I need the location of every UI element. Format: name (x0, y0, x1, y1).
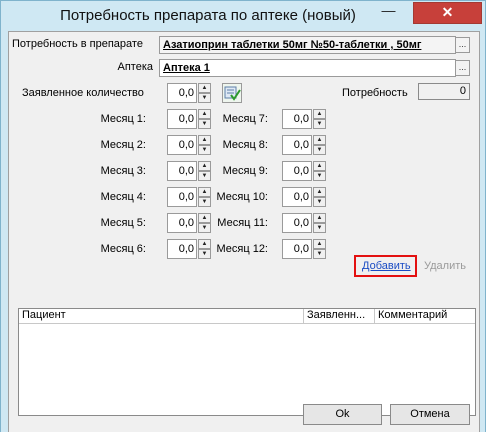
declared-quantity-label: Заявленное количество (22, 87, 144, 99)
ok-button[interactable]: Ok (303, 404, 382, 425)
title-bar: Потребность препарата по аптеке (новый) … (1, 1, 485, 31)
pharmacy-lookup-button[interactable]: ... (455, 60, 470, 76)
table-header: Пациент Заявленн... Комментарий (19, 309, 475, 324)
bottom-strip (0, 432, 486, 441)
dialog-window: Потребность препарата по аптеке (новый) … (0, 0, 486, 441)
need-field[interactable]: Азатиоприн таблетки 50мг №50-таблетки , … (159, 36, 456, 54)
delete-link[interactable]: Удалить (424, 260, 466, 272)
month-8-label: Месяц 8: (222, 139, 268, 151)
spin-down-icon[interactable]: ▼ (313, 197, 326, 207)
pharmacy-label: Аптека (117, 61, 154, 73)
spin-down-icon[interactable]: ▼ (313, 249, 326, 259)
spin-down-icon[interactable]: ▼ (198, 93, 211, 103)
month-3-label: Месяц 3: (100, 165, 146, 177)
month-9-stepper[interactable]: ▲ ▼ (313, 161, 326, 181)
add-link[interactable]: Добавить (362, 260, 411, 272)
spin-down-icon[interactable]: ▼ (313, 145, 326, 155)
month-9-label: Месяц 9: (222, 165, 268, 177)
spin-up-icon[interactable]: ▲ (313, 109, 326, 119)
close-button[interactable]: ✕ (413, 2, 482, 24)
month-10-stepper[interactable]: ▲ ▼ (313, 187, 326, 207)
month-9-input[interactable]: 0,0 (282, 161, 312, 181)
month-12-stepper[interactable]: ▲ ▼ (313, 239, 326, 259)
declared-quantity-stepper[interactable]: ▲ ▼ (198, 83, 211, 103)
spin-up-icon[interactable]: ▲ (313, 161, 326, 171)
month-10-input[interactable]: 0,0 (282, 187, 312, 207)
month-5-label: Месяц 5: (100, 217, 146, 229)
month-12-input[interactable]: 0,0 (282, 239, 312, 259)
spin-down-icon[interactable]: ▼ (313, 119, 326, 129)
need-total-label: Потребность (342, 87, 408, 99)
month-7-input[interactable]: 0,0 (282, 109, 312, 129)
month-11-stepper[interactable]: ▲ ▼ (313, 213, 326, 233)
month-7-label: Месяц 7: (222, 113, 268, 125)
month-10-label: Месяц 10: (216, 191, 268, 203)
spin-up-icon[interactable]: ▲ (313, 239, 326, 249)
need-label: Потребность в препарате (12, 38, 143, 50)
minimize-button[interactable]: — (375, 3, 402, 22)
spin-up-icon[interactable]: ▲ (198, 83, 211, 93)
need-lookup-button[interactable]: ... (455, 37, 470, 53)
declared-quantity-input[interactable]: 0,0 (167, 83, 197, 103)
month-7-stepper[interactable]: ▲ ▼ (313, 109, 326, 129)
spin-up-icon[interactable]: ▲ (313, 213, 326, 223)
spin-down-icon[interactable]: ▼ (313, 171, 326, 181)
column-declared[interactable]: Заявленн... (304, 309, 375, 323)
month-4-label: Месяц 4: (100, 191, 146, 203)
distribute-icon (224, 86, 241, 101)
window-title: Потребность препарата по аптеке (новый) (60, 7, 356, 24)
column-comment[interactable]: Комментарий (375, 309, 475, 323)
month-11-input[interactable]: 0,0 (282, 213, 312, 233)
spin-up-icon[interactable]: ▲ (313, 187, 326, 197)
month-8-stepper[interactable]: ▲ ▼ (313, 135, 326, 155)
month-1-label: Месяц 1: (100, 113, 146, 125)
month-6-label: Месяц 6: (100, 243, 146, 255)
month-12-label: Месяц 12: (216, 243, 268, 255)
cancel-button[interactable]: Отмена (390, 404, 470, 425)
pharmacy-field[interactable]: Аптека 1 (159, 59, 456, 77)
patients-table[interactable]: Пациент Заявленн... Комментарий (18, 308, 476, 416)
month-2-label: Месяц 2: (100, 139, 146, 151)
need-total-value: 0 (418, 83, 470, 100)
spin-down-icon[interactable]: ▼ (313, 223, 326, 233)
month-11-label: Месяц 11: (217, 217, 268, 229)
dialog-body: Потребность в препарате Азатиоприн табле… (8, 31, 480, 436)
spin-up-icon[interactable]: ▲ (313, 135, 326, 145)
distribute-button[interactable] (222, 83, 242, 103)
column-patient[interactable]: Пациент (19, 309, 304, 323)
month-8-input[interactable]: 0,0 (282, 135, 312, 155)
